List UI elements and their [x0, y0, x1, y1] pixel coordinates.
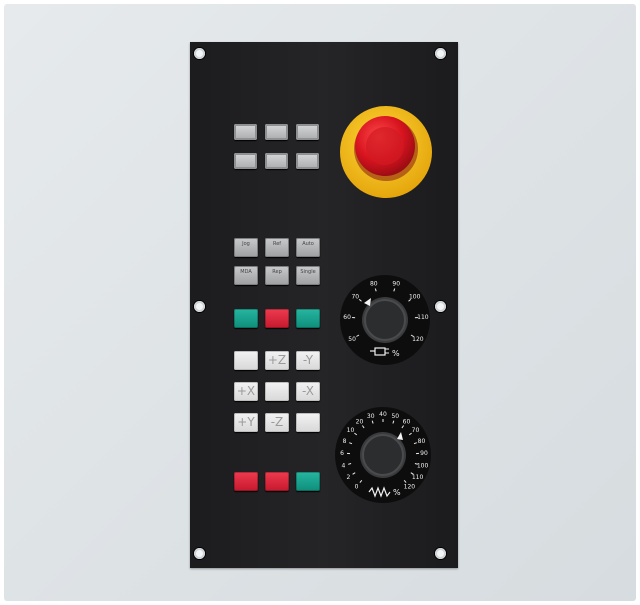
spindle-scale-label: 2	[346, 474, 350, 481]
screw-mid-left	[194, 301, 205, 312]
screw-top-left	[194, 48, 205, 59]
mode-key-mda-label: MDA	[240, 269, 252, 275]
spindle-unit-label: %	[393, 488, 401, 497]
mode-key-auto-label: Auto	[302, 241, 314, 247]
custom-key-4[interactable]	[234, 153, 257, 169]
custom-key-5[interactable]	[265, 153, 288, 169]
spindle-scale-label: 0	[355, 483, 359, 490]
spindle-scale-label: 70	[412, 427, 420, 434]
screw-top-right	[435, 48, 446, 59]
feed-scale-label: 60	[343, 314, 351, 321]
spindle-scale-label: 80	[418, 438, 426, 445]
mode-key-ref-label: Ref	[272, 241, 282, 247]
mode-key-rep[interactable]: Rep	[265, 266, 289, 285]
mode-key-jog[interactable]: Jog	[234, 238, 258, 257]
custom-key-6[interactable]	[296, 153, 319, 169]
spindle-scale-label: 20	[356, 418, 364, 425]
spindle-scale-label: 8	[343, 438, 347, 445]
feed-scale-label: 110	[417, 314, 429, 321]
custom-key-2[interactable]	[265, 124, 288, 140]
spindle-start-key[interactable]	[296, 472, 320, 491]
emergency-stop-button[interactable]	[338, 104, 434, 200]
axis-key-plus-y[interactable]: +Y	[234, 413, 258, 432]
mode-key-rep-label: Rep	[272, 269, 282, 275]
mode-key-jog-label: Jog	[242, 241, 250, 247]
axis-key-plus-x[interactable]: +X	[234, 382, 258, 401]
mode-key-mda[interactable]: MDA	[234, 266, 258, 285]
axis-key-minus-x[interactable]: -X	[296, 382, 320, 401]
machine-control-panel: Jog Ref Auto MDA Rep Single +Z -Y +X -X …	[190, 42, 458, 568]
feed-scale-label: 90	[392, 281, 400, 288]
feed-stop-key[interactable]	[234, 472, 258, 491]
feed-scale-label: 80	[370, 281, 378, 288]
spindle-scale-label: 110	[412, 474, 424, 481]
spindle-scale-label: 90	[420, 450, 428, 457]
feed-scale-label: 120	[412, 336, 424, 343]
custom-key-1[interactable]	[234, 124, 257, 140]
feed-unit-label: %	[392, 349, 400, 358]
axis-key-rapid[interactable]	[265, 382, 289, 401]
axis-key-blank-1[interactable]	[234, 351, 258, 370]
custom-key-3[interactable]	[296, 124, 319, 140]
screw-mid-right	[435, 301, 446, 312]
spindle-scale-label: 50	[391, 413, 399, 420]
axis-key-minus-y[interactable]: -Y	[296, 351, 320, 370]
program-stop-key[interactable]	[265, 309, 289, 328]
program-reset-key[interactable]	[296, 309, 320, 328]
axis-key-blank-2[interactable]	[296, 413, 320, 432]
mode-key-ref[interactable]: Ref	[265, 238, 289, 257]
spindle-scale-label: 10	[347, 427, 355, 434]
feed-override-label: %	[370, 347, 400, 358]
spindle-scale-label: 4	[341, 463, 345, 470]
feed-scale-label: 50	[348, 336, 356, 343]
axis-key-minus-z[interactable]: -Z	[265, 413, 289, 432]
spindle-scale-label: 40	[379, 411, 387, 418]
spindle-stop-key[interactable]	[265, 472, 289, 491]
spindle-scale-label: 60	[403, 418, 411, 425]
spindle-scale-label: 30	[367, 413, 375, 420]
spindle-override-label: %	[368, 486, 401, 498]
mode-key-single-label: Single	[300, 269, 316, 275]
axis-key-plus-z[interactable]: +Z	[265, 351, 289, 370]
screw-bottom-right	[435, 548, 446, 559]
screw-bottom-left	[194, 548, 205, 559]
spindle-scale-label: 100	[417, 463, 429, 470]
program-start-key[interactable]	[234, 309, 258, 328]
feed-scale-label: 70	[351, 293, 359, 300]
mode-key-auto[interactable]: Auto	[296, 238, 320, 257]
feed-scale-label: 100	[409, 293, 421, 300]
spindle-scale-label: 6	[340, 450, 344, 457]
mode-key-single[interactable]: Single	[296, 266, 320, 285]
